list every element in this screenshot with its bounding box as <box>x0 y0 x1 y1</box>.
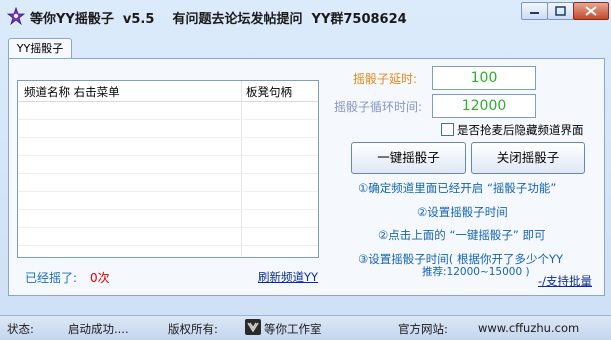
list-row-line <box>18 155 318 156</box>
star-app-icon <box>7 7 25 25</box>
minimize-button[interactable] <box>521 2 548 20</box>
copyright-label: 版权所有: <box>168 322 218 336</box>
list-row-line <box>18 191 318 192</box>
list-header: 频道名称 右击菜单 板凳句柄 <box>18 81 318 102</box>
maximize-button[interactable] <box>547 2 574 20</box>
column-divider <box>241 81 242 256</box>
instruction-step-1: ①确定频道里面已经开启 “摇骰子功能” <box>358 181 557 195</box>
copyright-value: 等你工作室 <box>264 322 322 336</box>
studio-logo-icon <box>245 319 261 335</box>
list-row-line <box>18 119 318 120</box>
close-icon <box>585 6 597 16</box>
hide-channel-checkbox-label[interactable]: 是否抢麦后隐藏频道界面 <box>457 122 584 138</box>
delay-input[interactable]: 100 <box>432 66 536 90</box>
hide-channel-checkbox[interactable] <box>441 123 454 136</box>
list-row-line <box>18 245 318 246</box>
maximize-icon <box>555 6 566 16</box>
minimize-icon <box>530 12 539 14</box>
list-row-line <box>18 209 318 210</box>
tab-yy-dice[interactable]: YY摇骰子 <box>8 38 72 59</box>
status-bar: 状态: 启动成功.... 版权所有: 等你工作室 官方网站: www.cffuz… <box>0 315 611 340</box>
column-channel-name[interactable]: 频道名称 右击菜单 <box>24 84 120 100</box>
start-dice-button[interactable]: 一键摇骰子 <box>351 142 466 174</box>
app-window: 等你YY摇骰子 v5.5 有问题去论坛发帖提问 YY群7508624 YY摇骰子… <box>0 0 611 340</box>
list-row-line <box>18 227 318 228</box>
close-button[interactable] <box>573 2 609 20</box>
instruction-step-3: ②点击上面的 “一键摇骰子” 即可 <box>378 228 546 242</box>
status-value: 启动成功.... <box>68 322 129 336</box>
list-row-line <box>18 173 318 174</box>
refresh-channel-link[interactable]: 刷新频道YY <box>258 269 318 285</box>
window-title: 等你YY摇骰子 v5.5 有问题去论坛发帖提问 YY群7508624 <box>30 12 407 27</box>
list-row-line <box>18 137 318 138</box>
status-label: 状态: <box>7 322 34 336</box>
website-label: 官方网站: <box>398 322 448 336</box>
count-value: 0次 <box>90 271 110 285</box>
channel-list[interactable]: 频道名称 右击菜单 板凳句柄 <box>17 80 319 258</box>
support-batch-link[interactable]: -/支持批量 <box>538 273 592 289</box>
loop-time-label: 摇骰子循环时间: <box>334 100 423 114</box>
loop-time-input[interactable]: 12000 <box>432 94 536 118</box>
instruction-step-4-note: 推荐:12000~15000 ) <box>422 266 530 278</box>
column-bench-handle[interactable]: 板凳句柄 <box>246 84 292 100</box>
instruction-step-2: ②设置摇骰子时间 <box>417 205 508 219</box>
delay-label: 摇骰子延时: <box>353 72 418 86</box>
title-bar: 等你YY摇骰子 v5.5 有问题去论坛发帖提问 YY群7508624 <box>0 0 611 33</box>
count-label: 已经摇了: <box>25 271 78 285</box>
stop-dice-button[interactable]: 关闭摇骰子 <box>471 142 585 174</box>
website-value[interactable]: www.cffuzhu.com <box>478 321 579 335</box>
